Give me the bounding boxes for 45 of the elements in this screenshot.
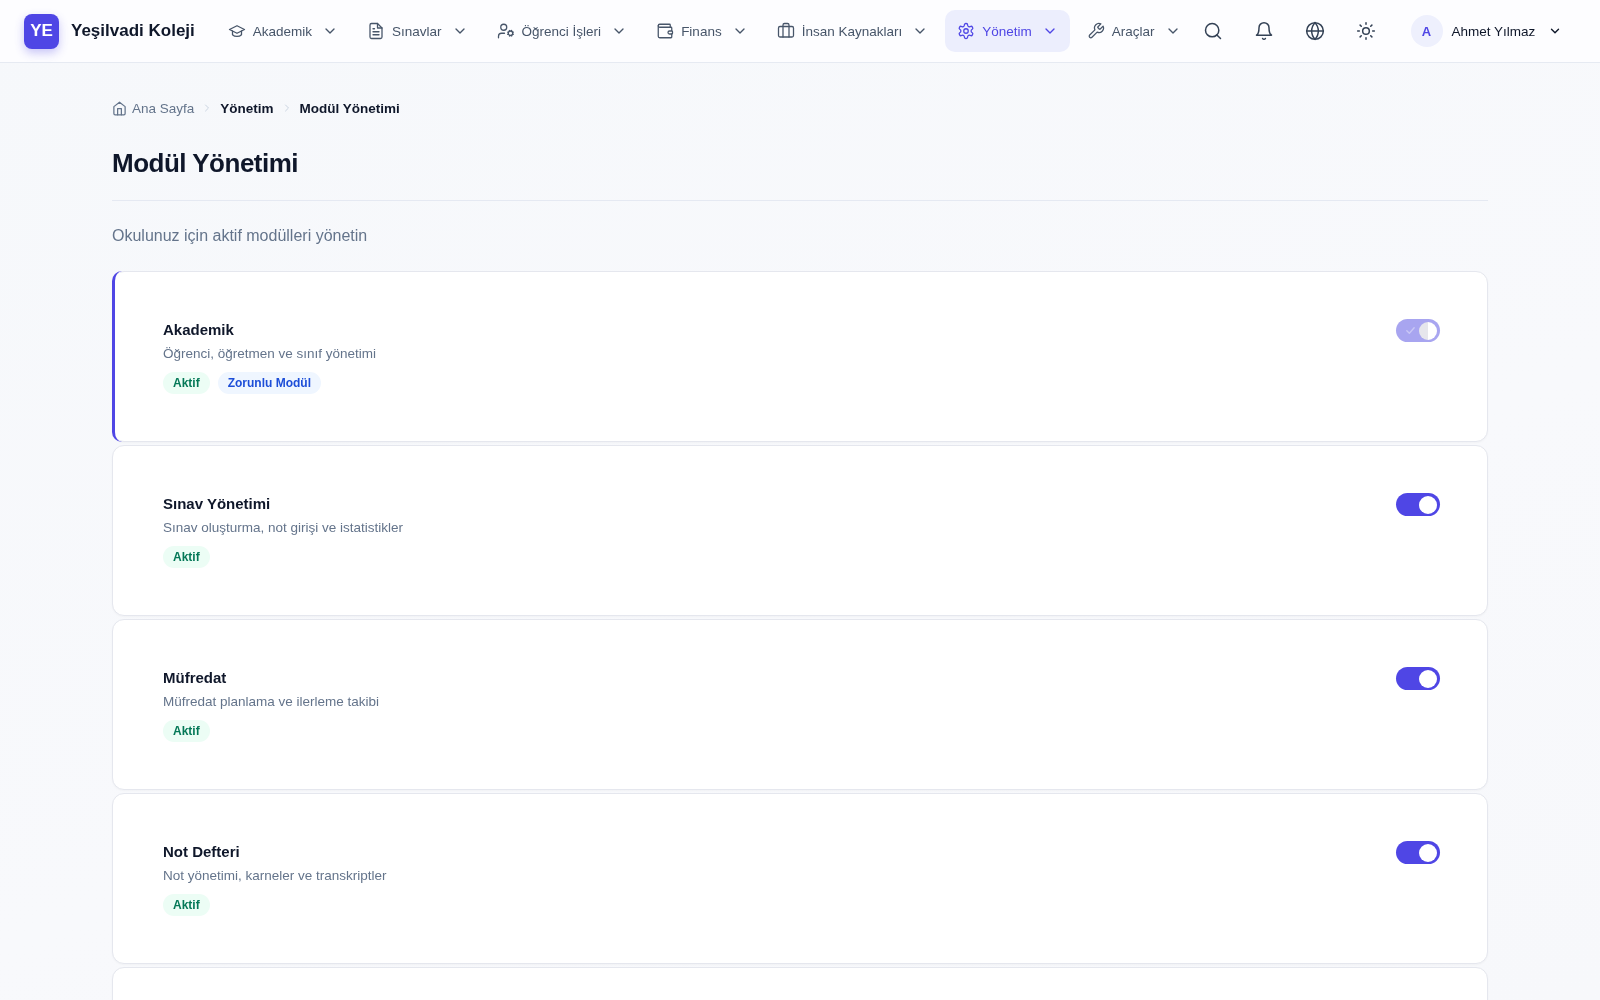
module-title: Müfredat: [163, 668, 228, 688]
module-description: Sınav oluşturma, not girişi ve istatistikler: [163, 519, 404, 537]
toggle-switch[interactable]: [1396, 667, 1440, 690]
module-title: Not Defteri: [163, 842, 241, 862]
breadcrumb-link[interactable]: Yönetim: [220, 100, 274, 116]
user-gear-icon: [496, 22, 515, 40]
module-title: Sınav Yönetimi: [163, 494, 272, 514]
home-icon: [112, 100, 127, 116]
nav-menu-item[interactable]: Yönetim: [945, 10, 1070, 52]
user-avatar: A: [1410, 15, 1443, 47]
page-title: Modül Yönetimi: [112, 147, 300, 180]
globe-icon: [1304, 21, 1325, 41]
status-badge: Aktif: [163, 894, 210, 916]
status-badge: Aktif: [163, 372, 210, 394]
search-icon: [1202, 21, 1223, 41]
wallet-icon: [656, 22, 675, 40]
nav-menu-item[interactable]: Sınavlar: [355, 10, 480, 52]
nav-menu-item[interactable]: Öğrenci İşleri: [484, 10, 640, 52]
sun-icon: [1355, 21, 1376, 41]
module-description: Öğrenci, öğretmen ve sınıf yönetimi: [163, 345, 377, 363]
status-badge: Aktif: [163, 546, 210, 568]
nav-menu-item[interactable]: Finans: [644, 10, 760, 52]
breadcrumb-link[interactable]: Ana Sayfa: [112, 100, 195, 116]
page-subtitle: Okulunuz için aktif modülleri yönetin: [112, 226, 369, 246]
gear-icon: [957, 22, 976, 40]
toggle-switch[interactable]: [1396, 841, 1440, 864]
graduation-cap-icon: [227, 22, 246, 40]
required-badge: Zorunlu Modül: [217, 372, 321, 394]
module-description: Müfredat planlama ve ilerleme takibi: [163, 693, 380, 711]
toggle-switch[interactable]: [1396, 493, 1440, 516]
school-name: Yeşilvadi Koleji: [71, 21, 195, 41]
wrench-icon: [1086, 22, 1105, 40]
module-description: Not yönetimi, karneler ve transkriptler: [163, 867, 387, 885]
breadcrumb-current: Modül Yönetimi: [299, 100, 400, 116]
briefcase-icon: [776, 22, 795, 40]
school-logo[interactable]: YE: [24, 13, 59, 49]
module-title: Akademik: [163, 320, 235, 340]
nav-menu-item[interactable]: İnsan Kaynakları: [764, 10, 941, 52]
nav-menu-item[interactable]: Akademik: [215, 10, 351, 52]
document-icon: [367, 22, 386, 40]
bell-icon: [1253, 21, 1274, 41]
status-badge: Aktif: [163, 720, 210, 742]
check-icon: [1405, 325, 1416, 336]
nav-menu-item[interactable]: Araçlar: [1074, 10, 1193, 52]
user-menu[interactable]: A Ahmet Yılmaz: [1406, 11, 1567, 51]
